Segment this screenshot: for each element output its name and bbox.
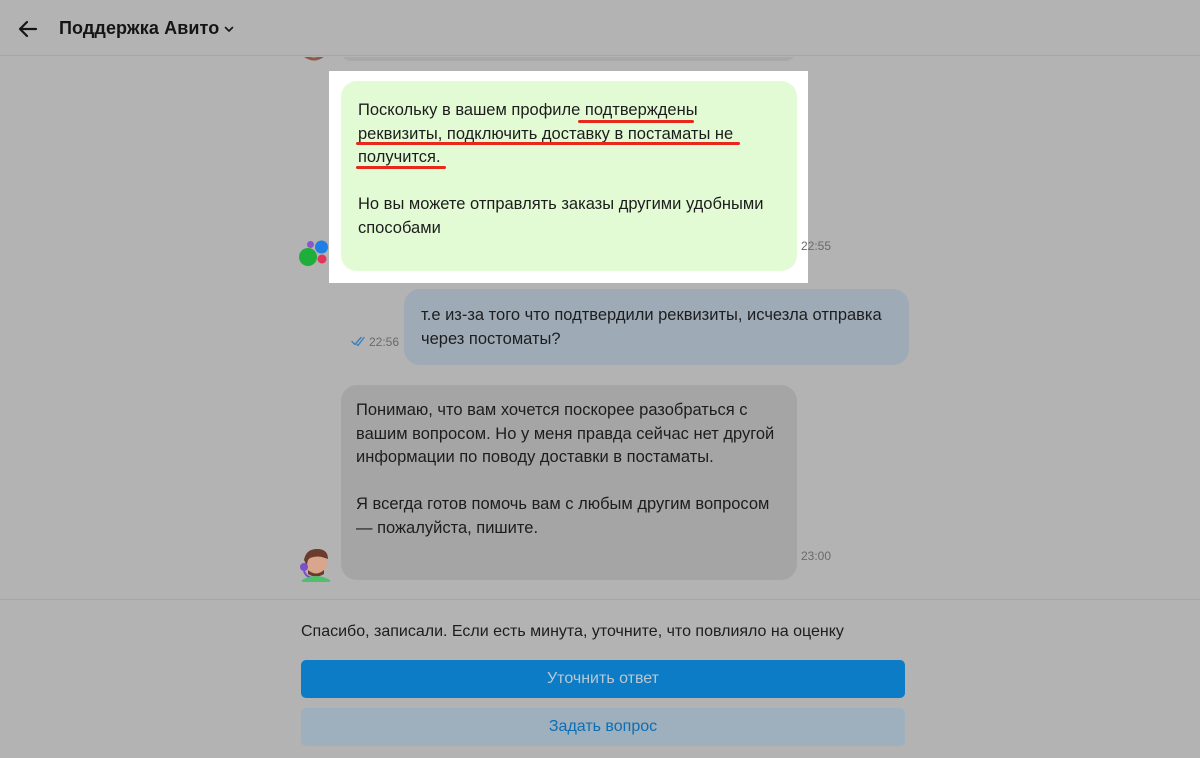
message-text: Поскольку в вашем профиле подтверждены р… xyxy=(358,101,734,166)
feedback-panel: Спасибо, записали. Если есть минута, уто… xyxy=(0,599,1200,758)
avatar-icon xyxy=(304,57,324,61)
red-underline xyxy=(356,166,446,169)
avito-logo-icon xyxy=(299,240,328,266)
message-text: Но вы можете отправлять заказы другими у… xyxy=(358,195,764,237)
double-check-icon xyxy=(351,336,365,347)
message-text: т.е из-за того что подтвердили реквизиты… xyxy=(421,306,882,348)
red-underline xyxy=(578,120,694,123)
chat-title-dropdown[interactable]: Поддержка Авито xyxy=(59,16,235,40)
red-underline xyxy=(356,142,740,145)
chat-messages[interactable]: Поскольку в вашем профиле подтверждены р… xyxy=(0,57,1200,599)
message-time: 22:55 xyxy=(801,239,832,253)
feedback-prompt: Спасибо, записали. Если есть минута, уто… xyxy=(301,623,844,640)
agent-avatar-icon xyxy=(300,549,330,582)
support-message-bubble: Поскольку в вашем профиле подтверждены р… xyxy=(341,81,797,271)
message-time: 23:00 xyxy=(801,549,832,563)
clarify-answer-button[interactable]: Уточнить ответ xyxy=(301,660,905,698)
message-text: Я всегда готов помочь вам с любым другим… xyxy=(356,495,770,537)
message-text: Понимаю, что вам хочется поскорее разобр… xyxy=(356,401,775,466)
back-arrow-icon[interactable] xyxy=(16,17,40,41)
ask-question-button[interactable]: Задать вопрос xyxy=(301,708,905,746)
message-time: 22:56 xyxy=(369,335,400,349)
previous-message-bubble xyxy=(340,57,797,61)
agent-message-bubble: Понимаю, что вам хочется поскорее разобр… xyxy=(341,385,797,580)
chat-header: Поддержка Авито xyxy=(0,0,1200,56)
chevron-down-icon xyxy=(225,26,234,32)
chat-title: Поддержка Авито xyxy=(59,17,220,38)
user-message-bubble: т.е из-за того что подтвердили реквизиты… xyxy=(404,289,909,365)
